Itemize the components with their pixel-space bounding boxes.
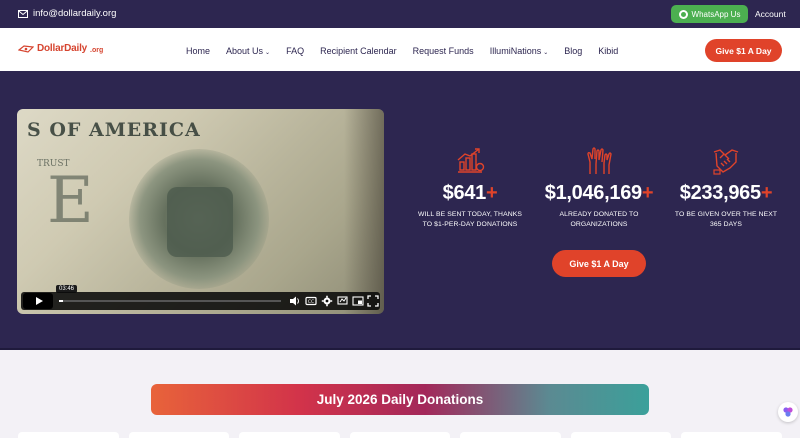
- whatsapp-button[interactable]: WhatsApp Us: [671, 5, 748, 23]
- handshake-icon: [713, 149, 739, 175]
- nav-item-faq[interactable]: FAQ: [286, 46, 304, 56]
- stat-sent-today: $641+ WILL BE SENT TODAY, THANKS TO $1-PE…: [400, 146, 540, 229]
- contact-email-text: info@dollardaily.org: [33, 8, 117, 19]
- stat-to-be-given: $233,965+ TO BE GIVEN OVER THE NEXT 365 D…: [656, 146, 796, 229]
- donation-card[interactable]: [18, 432, 119, 438]
- nav-item-illuminations[interactable]: IllumiNations ⌄: [490, 46, 549, 56]
- video-player[interactable]: TRUST E S OF AMERICA 03:46 CC: [17, 109, 384, 314]
- video-progress-bar[interactable]: [59, 300, 281, 302]
- contact-email[interactable]: info@dollardaily.org: [18, 8, 116, 19]
- video-controls: CC: [21, 292, 380, 310]
- captions-icon[interactable]: CC: [305, 295, 317, 307]
- stat-description: WILL BE SENT TODAY, THANKS TO $1-PER-DAY …: [418, 211, 522, 228]
- bill-shadow: [344, 109, 384, 314]
- bill-text: S OF AMERICA: [27, 119, 201, 141]
- donation-card[interactable]: [349, 432, 451, 438]
- mail-icon: [18, 9, 28, 18]
- nav-item-label: Kibid: [598, 45, 619, 56]
- logo-tld: .org: [90, 46, 104, 54]
- play-button[interactable]: [23, 293, 53, 309]
- stat-already-donated: $1,046,169+ ALREADY DONATED TO ORGANIZATI…: [529, 146, 669, 229]
- donations-banner: July 2026 Daily Donations: [151, 384, 649, 415]
- nav-menu: Home About Us ⌄ FAQ Recipient Calendar Reques…: [186, 28, 618, 73]
- nav-item-recipient-calendar[interactable]: Recipient Calendar: [320, 46, 397, 56]
- nav-item-label: Recipient Calendar: [320, 45, 397, 56]
- logo-text: DollarDaily: [37, 43, 88, 54]
- nav-item-label: FAQ: [286, 45, 305, 56]
- nav-item-label: Request Funds: [412, 45, 474, 56]
- stat-value: $1,046,169+: [544, 182, 654, 204]
- site-logo[interactable]: DollarDaily .org: [18, 43, 103, 54]
- chat-widget-icon: [783, 407, 793, 417]
- donation-card[interactable]: [570, 432, 672, 438]
- account-link[interactable]: Account: [755, 9, 786, 19]
- whatsapp-icon: [678, 9, 688, 19]
- nav-item-label: About Us: [226, 45, 264, 56]
- nav-item-blog[interactable]: Blog: [564, 46, 582, 56]
- chevron-down-icon: ⌄: [265, 49, 271, 56]
- donation-card[interactable]: [681, 432, 783, 438]
- dollar-bill-logo-icon: [18, 44, 34, 53]
- nav-item-label: Blog: [564, 45, 583, 56]
- nav-item-home[interactable]: Home: [186, 46, 210, 56]
- hero-section: TRUST E S OF AMERICA 03:46 CC $641+ WILL…: [0, 73, 800, 350]
- nav-item-request-funds[interactable]: Request Funds: [413, 46, 474, 56]
- bill-shield-image: [167, 187, 233, 257]
- growth-chart-icon: [457, 148, 485, 173]
- stat-value: $233,965+: [679, 182, 773, 204]
- bill-letter: E: [47, 164, 94, 238]
- play-icon: [35, 297, 43, 305]
- donation-card[interactable]: [460, 432, 561, 438]
- top-bar: info@dollardaily.org WhatsApp Us Account: [0, 0, 800, 28]
- stat-description: ALREADY DONATED TO ORGANIZATIONS: [559, 211, 639, 228]
- donation-cards-row: [18, 432, 783, 438]
- nav-item-about-us[interactable]: About Us ⌄: [226, 46, 270, 56]
- nav-item-kibid[interactable]: Kibid: [598, 46, 618, 56]
- whatsapp-label: WhatsApp Us: [691, 9, 741, 19]
- donation-card[interactable]: [239, 432, 340, 438]
- give-dollar-button-nav[interactable]: Give $1 A Day: [705, 39, 782, 62]
- volume-icon[interactable]: [289, 295, 301, 307]
- svg-text:CC: CC: [308, 299, 314, 305]
- raised-hands-icon: [587, 147, 612, 174]
- picture-in-picture-icon[interactable]: [352, 295, 364, 307]
- fullscreen-icon[interactable]: [367, 295, 379, 307]
- video-progress-fill: [59, 300, 64, 302]
- stat-description: TO BE GIVEN OVER THE NEXT 365 DAYS: [674, 211, 778, 228]
- donation-card[interactable]: [128, 432, 230, 438]
- chevron-down-icon: ⌄: [543, 49, 549, 56]
- nav-item-label: Home: [186, 45, 211, 56]
- nav-item-label: IllumiNations: [489, 45, 542, 56]
- main-nav: DollarDaily .org Home About Us ⌄ FAQ Recipie…: [0, 28, 800, 73]
- chat-widget-button[interactable]: [778, 402, 798, 422]
- settings-gear-icon[interactable]: [321, 295, 333, 307]
- stat-value: $641+: [442, 182, 498, 204]
- give-dollar-button-hero[interactable]: Give $1 A Day: [552, 250, 646, 277]
- watch-later-icon[interactable]: [337, 295, 349, 307]
